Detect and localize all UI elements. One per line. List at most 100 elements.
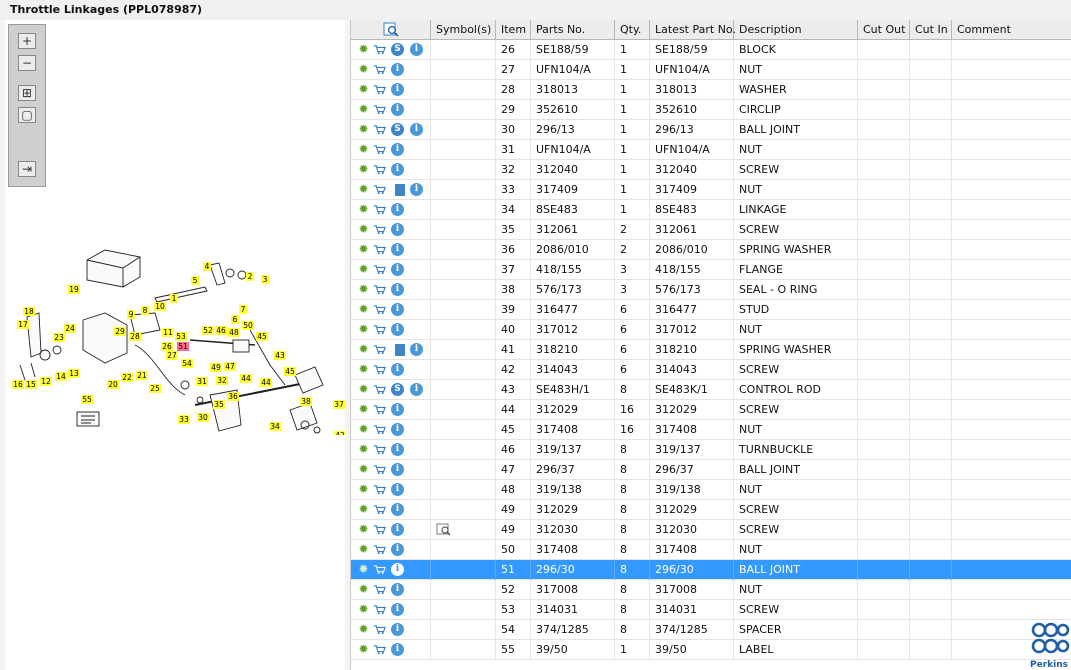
add-to-cart-button[interactable] [373,283,386,296]
zoom-in-button[interactable]: + [18,33,36,49]
info-icon[interactable]: i [391,303,404,316]
callout-1[interactable]: 1 [170,294,178,303]
table-row[interactable]: ✹ i 46 319/137 8 319/137 TURNBUCKLE [351,440,1071,460]
info-icon[interactable]: i [391,583,404,596]
table-row[interactable]: ✹ i 38 576/173 3 576/173 SEAL - O RING [351,280,1071,300]
gear-icon[interactable]: ✹ [357,642,370,656]
gear-icon[interactable]: ✹ [357,42,370,56]
gear-icon[interactable]: ✹ [357,122,370,136]
info-icon[interactable]: i [391,643,404,656]
callout-7[interactable]: 7 [239,305,247,314]
callout-19[interactable]: 19 [68,285,80,294]
gear-icon[interactable]: ✹ [357,62,370,76]
add-to-cart-button[interactable] [373,63,386,76]
add-to-cart-button[interactable] [373,483,386,496]
callout-18[interactable]: 18 [23,307,35,316]
callout-24[interactable]: 24 [64,324,76,333]
gear-icon[interactable]: ✹ [357,302,370,316]
search-view-icon[interactable] [383,22,399,37]
callout-4[interactable]: 4 [203,262,211,271]
add-to-cart-button[interactable] [373,183,386,196]
gear-icon[interactable]: ✹ [357,462,370,476]
add-to-cart-button[interactable] [373,243,386,256]
gear-icon[interactable]: ✹ [357,622,370,636]
table-row[interactable]: ✹ i 42 314043 6 314043 SCREW [351,360,1071,380]
table-row[interactable]: ✹ i 33 317409 1 317409 NUT [351,180,1071,200]
header-parts-no[interactable]: Parts No. [531,20,615,40]
header-tools[interactable] [351,20,431,40]
exploded-parts-diagram[interactable]: 12 34567891011121314151617181920212223242… [5,235,345,435]
supersession-icon[interactable]: S [391,383,404,396]
gear-icon[interactable]: ✹ [357,502,370,516]
table-row[interactable]: ✹ i 50 317408 8 317408 NUT [351,540,1071,560]
info-icon[interactable]: i [391,563,404,576]
table-row[interactable]: ✹ i 40 317012 6 317012 NUT [351,320,1071,340]
info-icon[interactable]: i [391,203,404,216]
header-cut-in[interactable]: Cut In [910,20,952,40]
info-icon[interactable]: i [410,183,423,196]
info-icon[interactable]: i [391,443,404,456]
parts-list-grid[interactable]: Symbol(s) Item Parts No. Qty. Latest Par… [350,20,1071,670]
callout-54[interactable]: 54 [181,359,193,368]
add-to-cart-button[interactable] [373,423,386,436]
add-to-cart-button[interactable] [373,643,386,656]
callout-11[interactable]: 11 [162,328,174,337]
info-icon[interactable]: i [391,543,404,556]
callout-53[interactable]: 53 [175,332,187,341]
callout-37[interactable]: 37 [333,400,345,409]
info-icon[interactable]: i [391,143,404,156]
gear-icon[interactable]: ✹ [357,202,370,216]
callout-35[interactable]: 35 [213,400,225,409]
add-to-cart-button[interactable] [373,323,386,336]
callout-47[interactable]: 47 [224,362,236,371]
gear-icon[interactable]: ✹ [357,282,370,296]
add-to-cart-button[interactable] [373,223,386,236]
add-to-cart-button[interactable] [373,523,386,536]
actual-size-button[interactable]: ▢ [18,107,36,123]
callout-36[interactable]: 36 [227,392,239,401]
table-row[interactable]: ✹ i 34 8SE483 1 8SE483 LINKAGE [351,200,1071,220]
callout-32[interactable]: 32 [216,376,228,385]
info-icon[interactable]: i [391,223,404,236]
header-qty[interactable]: Qty. [615,20,650,40]
add-to-cart-button[interactable] [373,263,386,276]
callout-51[interactable]: 51 [177,342,189,351]
callout-25[interactable]: 25 [149,384,161,393]
add-to-cart-button[interactable] [373,103,386,116]
callout-2[interactable]: 2 [246,272,254,281]
callout-10[interactable]: 10 [154,302,166,311]
callout-15[interactable]: 15 [25,380,37,389]
callout-17[interactable]: 17 [17,320,29,329]
callout-38[interactable]: 38 [300,397,312,406]
table-row[interactable]: ✹ Si 30 296/13 1 296/13 BALL JOINT [351,120,1071,140]
gear-icon[interactable]: ✹ [357,102,370,116]
info-icon[interactable]: i [391,463,404,476]
table-row[interactable]: ✹ i 44 312029 16 312029 SCREW [351,400,1071,420]
gear-icon[interactable]: ✹ [357,422,370,436]
info-icon[interactable]: i [391,323,404,336]
table-row[interactable]: ✹ i 31 UFN104/A 1 UFN104/A NUT [351,140,1071,160]
add-to-cart-button[interactable] [373,443,386,456]
add-to-cart-button[interactable] [373,583,386,596]
header-cut-out[interactable]: Cut Out [858,20,910,40]
book-icon[interactable] [393,343,406,356]
see-note-icon[interactable] [436,523,452,536]
info-icon[interactable]: i [410,383,423,396]
add-to-cart-button[interactable] [373,363,386,376]
callout-16[interactable]: 16 [12,380,24,389]
callout-28[interactable]: 28 [129,332,141,341]
callout-30[interactable]: 30 [197,413,209,422]
header-latest-part-no[interactable]: Latest Part No. [650,20,736,40]
callout-45[interactable]: 45 [256,332,268,341]
callout-8[interactable]: 8 [141,306,149,315]
add-to-cart-button[interactable] [373,463,386,476]
add-to-cart-button[interactable] [373,203,386,216]
gear-icon[interactable]: ✹ [357,522,370,536]
add-to-cart-button[interactable] [373,143,386,156]
gear-icon[interactable]: ✹ [357,82,370,96]
add-to-cart-button[interactable] [373,383,386,396]
table-row[interactable]: ✹ i 37 418/155 3 418/155 FLANGE [351,260,1071,280]
callout-27[interactable]: 27 [166,351,178,360]
gear-icon[interactable]: ✹ [357,582,370,596]
table-row[interactable]: ✹ i 54 374/1285 8 374/1285 SPACER [351,620,1071,640]
